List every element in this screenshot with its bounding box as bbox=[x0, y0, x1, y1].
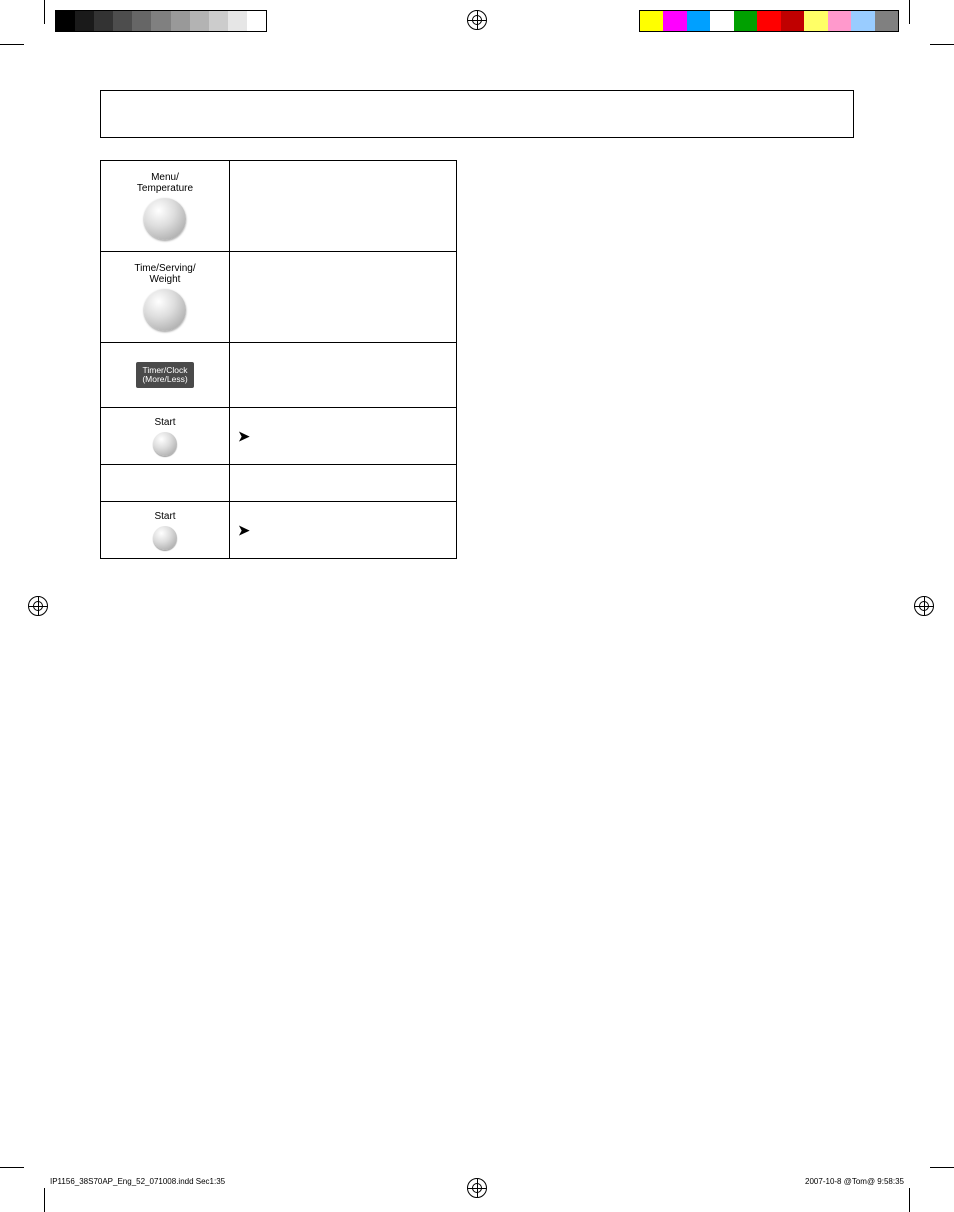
swatch bbox=[734, 11, 757, 31]
step-2-cell: Time/Serving/ Weight bbox=[101, 252, 230, 342]
swatch bbox=[228, 11, 247, 31]
swatch bbox=[804, 11, 827, 31]
swatch bbox=[56, 11, 75, 31]
swatch bbox=[710, 11, 733, 31]
swatch bbox=[75, 11, 94, 31]
swatch bbox=[757, 11, 780, 31]
arrow-icon: ➤ bbox=[238, 522, 250, 539]
table-row bbox=[101, 464, 456, 501]
menu-temperature-label: Menu/ Temperature bbox=[137, 172, 193, 194]
swatch bbox=[113, 11, 132, 31]
swatch bbox=[828, 11, 851, 31]
swatch bbox=[151, 11, 170, 31]
registration-mark bbox=[28, 596, 48, 616]
steps-table: Menu/ Temperature Time/Serving/ Weight T… bbox=[100, 160, 457, 559]
step-4-desc: ➤ bbox=[230, 408, 456, 464]
footer-file: IP1156_38S70AP_Eng_52_071008.indd Sec1:3… bbox=[50, 1177, 225, 1186]
table-row: Menu/ Temperature bbox=[101, 161, 456, 251]
step-2-desc bbox=[230, 252, 456, 342]
print-footer: IP1156_38S70AP_Eng_52_071008.indd Sec1:3… bbox=[50, 1177, 904, 1186]
swatch bbox=[171, 11, 190, 31]
timer-clock-key: Timer/Clock (More/Less) bbox=[136, 362, 194, 389]
step-5-cell bbox=[101, 465, 230, 501]
table-row: Start ➤ bbox=[101, 501, 456, 558]
swatch bbox=[875, 11, 898, 31]
swatch bbox=[663, 11, 686, 31]
start-label: Start bbox=[154, 417, 175, 428]
step-3-cell: Timer/Clock (More/Less) bbox=[101, 343, 230, 407]
swatch bbox=[209, 11, 228, 31]
step-1-cell: Menu/ Temperature bbox=[101, 161, 230, 251]
step-6-desc: ➤ bbox=[230, 502, 456, 558]
time-serving-weight-label: Time/Serving/ Weight bbox=[134, 263, 195, 285]
swatch bbox=[640, 11, 663, 31]
grayscale-color-bar bbox=[55, 10, 267, 32]
swatch bbox=[94, 11, 113, 31]
swatch bbox=[851, 11, 874, 31]
swatch bbox=[190, 11, 209, 31]
table-row: Time/Serving/ Weight bbox=[101, 251, 456, 342]
registration-mark bbox=[914, 596, 934, 616]
dial-icon bbox=[153, 526, 177, 550]
step-1-desc bbox=[230, 161, 456, 251]
dial-icon bbox=[153, 432, 177, 456]
swatch bbox=[781, 11, 804, 31]
title-box bbox=[100, 90, 854, 138]
registration-mark bbox=[467, 10, 487, 30]
start-label: Start bbox=[154, 511, 175, 522]
table-row: Timer/Clock (More/Less) bbox=[101, 342, 456, 407]
table-row: Start ➤ bbox=[101, 407, 456, 464]
swatch bbox=[247, 11, 266, 31]
step-6-cell: Start bbox=[101, 502, 230, 558]
footer-timestamp: 2007-10-8 @Tom@ 9:58:35 bbox=[805, 1177, 904, 1186]
arrow-icon: ➤ bbox=[238, 428, 250, 445]
swatch bbox=[687, 11, 710, 31]
dial-icon bbox=[144, 289, 186, 331]
swatch bbox=[132, 11, 151, 31]
cmyk-color-bar bbox=[639, 10, 899, 32]
step-5-desc bbox=[230, 465, 456, 501]
dial-icon bbox=[144, 198, 186, 240]
step-3-desc bbox=[230, 343, 456, 407]
step-4-cell: Start bbox=[101, 408, 230, 464]
